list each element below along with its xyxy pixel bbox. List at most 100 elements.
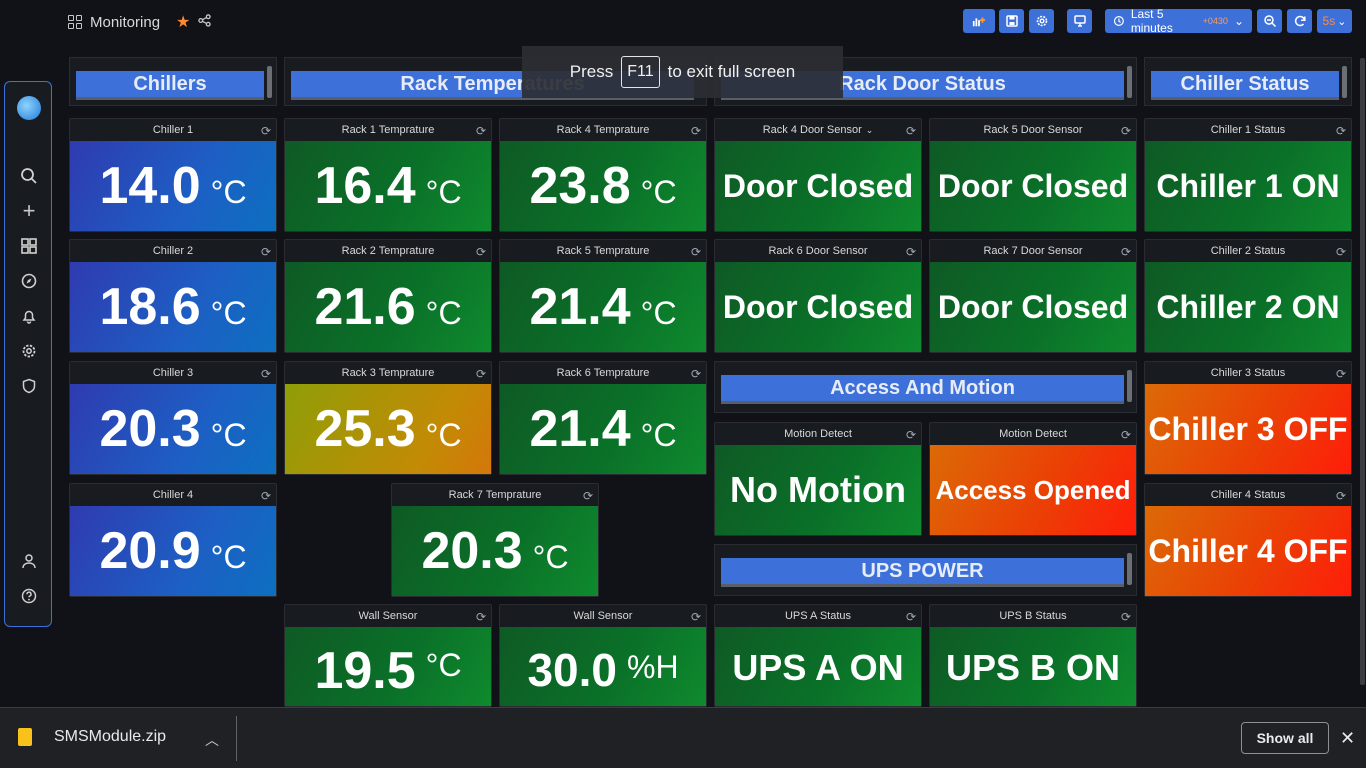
save-dashboard-button[interactable] <box>999 9 1024 33</box>
panel-refresh-icon[interactable]: ⟳ <box>476 610 486 624</box>
panel-title[interactable]: Chiller 1 Status <box>1145 119 1351 141</box>
show-all-button[interactable]: Show all <box>1241 722 1329 754</box>
panel-title[interactable]: Chiller 3 <box>70 362 276 384</box>
panel-title[interactable]: Chiller 2 Status <box>1145 240 1351 262</box>
panel-rack-5-temperature[interactable]: Rack 5 Temprature ⟳ 21.4 °C <box>499 239 707 353</box>
server-admin-shield-icon[interactable] <box>19 376 39 396</box>
panel-chiller-3[interactable]: Chiller 3 ⟳ 20.3 °C <box>69 361 277 475</box>
panel-title[interactable]: Rack 1 Temprature <box>285 119 491 141</box>
panel-motion-detect-2[interactable]: Motion Detect ⟳ Access Opened <box>929 422 1137 536</box>
cycle-view-mode-button[interactable] <box>1067 9 1092 33</box>
panel-title[interactable]: UPS A Status <box>715 605 921 627</box>
grafana-logo-icon[interactable] <box>17 96 41 120</box>
panel-refresh-icon[interactable]: ⟳ <box>261 367 271 381</box>
panel-refresh-icon[interactable]: ⟳ <box>476 245 486 259</box>
row-scrollbar[interactable] <box>267 66 272 98</box>
configuration-gear-icon[interactable] <box>19 341 39 361</box>
row-scrollbar[interactable] <box>1127 553 1132 585</box>
panel-rack-7-door-sensor[interactable]: Rack 7 Door Sensor ⟳ Door Closed <box>929 239 1137 353</box>
explore-compass-icon[interactable] <box>19 271 39 291</box>
dashboard-settings-button[interactable] <box>1029 9 1054 33</box>
panel-refresh-icon[interactable]: ⟳ <box>1336 367 1346 381</box>
panel-title[interactable]: UPS B Status <box>930 605 1136 627</box>
chevron-up-icon[interactable]: ︿ <box>205 730 219 750</box>
panel-chiller-2-status[interactable]: Chiller 2 Status ⟳ Chiller 2 ON <box>1144 239 1352 353</box>
panel-motion-detect-1[interactable]: Motion Detect ⟳ No Motion <box>714 422 922 536</box>
row-scrollbar[interactable] <box>1127 66 1132 98</box>
panel-rack-4-door-sensor[interactable]: Rack 4 Door Sensor ⌄ ⟳ Door Closed <box>714 118 922 232</box>
panel-refresh-icon[interactable]: ⟳ <box>1121 245 1131 259</box>
panel-rack-3-temperature[interactable]: Rack 3 Temprature ⟳ 25.3 °C <box>284 361 492 475</box>
panel-chiller-3-status[interactable]: Chiller 3 Status ⟳ Chiller 3 OFF <box>1144 361 1352 475</box>
share-icon[interactable] <box>198 14 212 30</box>
panel-title[interactable]: Rack 4 Door Sensor ⌄ <box>715 119 921 141</box>
panel-title[interactable]: Chiller 4 <box>70 484 276 506</box>
panel-rack-1-temperature[interactable]: Rack 1 Temprature ⟳ 16.4 °C <box>284 118 492 232</box>
panel-chiller-1-status[interactable]: Chiller 1 Status ⟳ Chiller 1 ON <box>1144 118 1352 232</box>
panel-refresh-icon[interactable]: ⟳ <box>1336 245 1346 259</box>
row-header-chillers[interactable]: Chillers <box>69 57 277 106</box>
panel-refresh-icon[interactable]: ⟳ <box>476 124 486 138</box>
time-range-picker[interactable]: Last 5 minutes +0430 ⌄ <box>1105 7 1252 35</box>
panel-ups-a-status[interactable]: UPS A Status ⟳ UPS A ON <box>714 604 922 707</box>
panel-chiller-1[interactable]: Chiller 1 ⟳ 14.0 °C <box>69 118 277 232</box>
panel-title[interactable]: Rack 7 Temprature <box>392 484 598 506</box>
panel-refresh-icon[interactable]: ⟳ <box>1336 124 1346 138</box>
panel-refresh-icon[interactable]: ⟳ <box>261 489 271 503</box>
panel-ups-b-status[interactable]: UPS B Status ⟳ UPS B ON <box>929 604 1137 707</box>
star-icon[interactable]: ★ <box>176 12 190 32</box>
row-header-chiller-status[interactable]: Chiller Status <box>1144 57 1352 106</box>
panel-title[interactable]: Motion Detect <box>930 423 1136 445</box>
panel-refresh-icon[interactable]: ⟳ <box>1121 428 1131 442</box>
panel-rack-5-door-sensor[interactable]: Rack 5 Door Sensor ⟳ Door Closed <box>929 118 1137 232</box>
create-plus-icon[interactable]: + <box>19 198 39 223</box>
panel-refresh-icon[interactable]: ⟳ <box>906 428 916 442</box>
row-scrollbar[interactable] <box>1127 370 1132 402</box>
panel-refresh-icon[interactable]: ⟳ <box>1121 610 1131 624</box>
panel-title[interactable]: Rack 3 Temprature <box>285 362 491 384</box>
panel-rack-4-temperature[interactable]: Rack 4 Temprature ⟳ 23.8 °C <box>499 118 707 232</box>
search-icon[interactable] <box>19 166 39 186</box>
panel-refresh-icon[interactable]: ⟳ <box>583 489 593 503</box>
user-profile-icon[interactable] <box>19 551 39 571</box>
panel-refresh-icon[interactable]: ⟳ <box>691 610 701 624</box>
panel-rack-6-door-sensor[interactable]: Rack 6 Door Sensor ⟳ Door Closed <box>714 239 922 353</box>
zoom-out-button[interactable] <box>1257 9 1282 33</box>
panel-title[interactable]: Chiller 2 <box>70 240 276 262</box>
refresh-interval-picker[interactable]: 5s ⌄ <box>1317 9 1352 33</box>
panel-title[interactable]: Wall Sensor <box>500 605 706 627</box>
panel-title[interactable]: Rack 6 Temprature <box>500 362 706 384</box>
panel-title[interactable]: Rack 6 Door Sensor <box>715 240 921 262</box>
panel-refresh-icon[interactable]: ⟳ <box>1336 489 1346 503</box>
help-icon[interactable] <box>19 586 39 606</box>
panel-refresh-icon[interactable]: ⟳ <box>906 245 916 259</box>
panel-chiller-4[interactable]: Chiller 4 ⟳ 20.9 °C <box>69 483 277 597</box>
panel-title[interactable]: Motion Detect <box>715 423 921 445</box>
panel-chiller-2[interactable]: Chiller 2 ⟳ 18.6 °C <box>69 239 277 353</box>
panel-rack-2-temperature[interactable]: Rack 2 Temprature ⟳ 21.6 °C <box>284 239 492 353</box>
panel-title[interactable]: Chiller 4 Status <box>1145 484 1351 506</box>
panel-rack-7-temperature[interactable]: Rack 7 Temprature ⟳ 20.3 °C <box>391 483 599 597</box>
panel-refresh-icon[interactable]: ⟳ <box>906 610 916 624</box>
panel-chiller-4-status[interactable]: Chiller 4 Status ⟳ Chiller 4 OFF <box>1144 483 1352 597</box>
page-scrollbar[interactable] <box>1360 58 1365 685</box>
panel-refresh-icon[interactable]: ⟳ <box>691 124 701 138</box>
row-scrollbar[interactable] <box>1342 66 1347 98</box>
add-panel-button[interactable] <box>963 9 995 33</box>
panel-refresh-icon[interactable]: ⟳ <box>906 124 916 138</box>
panel-refresh-icon[interactable]: ⟳ <box>691 367 701 381</box>
download-item[interactable]: SMSModule.zip <box>18 728 166 746</box>
close-icon[interactable]: ✕ <box>1340 728 1355 749</box>
panel-wall-sensor-temperature[interactable]: Wall Sensor ⟳ 19.5 °C <box>284 604 492 707</box>
refresh-button[interactable] <box>1287 9 1312 33</box>
panel-wall-sensor-humidity[interactable]: Wall Sensor ⟳ 30.0 %H <box>499 604 707 707</box>
panel-refresh-icon[interactable]: ⟳ <box>476 367 486 381</box>
row-header-ups-power[interactable]: UPS POWER <box>714 544 1137 596</box>
alerting-bell-icon[interactable] <box>19 306 39 326</box>
dashboard-title[interactable]: Monitoring <box>90 14 160 31</box>
panel-title[interactable]: Wall Sensor <box>285 605 491 627</box>
panel-refresh-icon[interactable]: ⟳ <box>261 124 271 138</box>
row-header-access-motion[interactable]: Access And Motion <box>714 361 1137 413</box>
panel-title[interactable]: Rack 4 Temprature <box>500 119 706 141</box>
panel-title[interactable]: Rack 5 Temprature <box>500 240 706 262</box>
